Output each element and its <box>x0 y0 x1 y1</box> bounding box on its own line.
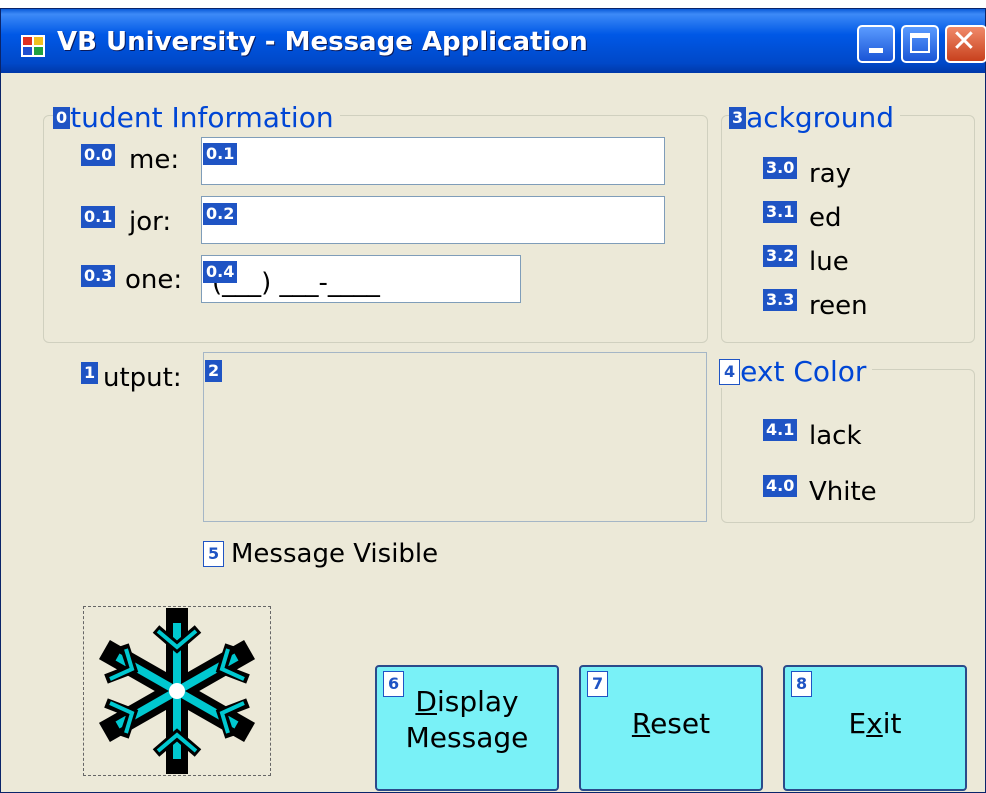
major-input-tag: 0.2 <box>203 203 238 225</box>
text-color-group-tag: 4 <box>719 359 741 385</box>
output-label-tag: 1 <box>81 362 99 384</box>
minimize-button[interactable] <box>857 25 895 63</box>
major-input[interactable] <box>201 196 665 244</box>
radio-red-label: ed <box>809 203 842 233</box>
exit-label-before: E <box>848 707 867 740</box>
name-input-tag: 0.1 <box>203 143 238 165</box>
close-icon: ✕ <box>951 24 977 59</box>
student-group-tag: 0 <box>53 107 71 129</box>
display-label-line1: isplay <box>436 685 519 718</box>
radio-green-tag: 3.3 <box>763 289 798 311</box>
background-group-title: ackground <box>746 101 894 134</box>
reset-button[interactable]: 7 Reset <box>579 665 763 791</box>
output-display-tag: 2 <box>205 360 223 382</box>
radio-white-tag: 4.0 <box>763 475 798 497</box>
text-color-group-title: ext Color <box>740 355 867 388</box>
maximize-icon <box>910 33 930 53</box>
student-group-title: tudent Information <box>70 101 334 134</box>
name-label-tag: 0.0 <box>81 144 116 166</box>
phone-masked-input[interactable]: (___) ___-____ <box>201 255 521 303</box>
name-input[interactable] <box>201 137 665 185</box>
message-visible-tag: 5 <box>203 541 225 567</box>
output-display <box>203 352 707 522</box>
output-label: utput: <box>103 363 182 393</box>
radio-blue-label: lue <box>809 247 849 277</box>
text-color-legend: 4 ext Color <box>719 355 873 388</box>
radio-gray-tag: 3.0 <box>763 157 798 179</box>
maximize-button[interactable] <box>901 25 939 63</box>
radio-red-tag: 3.1 <box>763 201 798 223</box>
title-bar[interactable]: VB University - Message Application ✕ <box>1 9 986 73</box>
phone-input-tag: 0.4 <box>203 261 238 283</box>
major-label-tag: 0.1 <box>81 206 116 228</box>
display-mnemonic: D <box>415 685 437 718</box>
radio-white-label: Vhite <box>809 477 877 507</box>
message-visible-label: Message Visible <box>231 539 439 569</box>
phone-label-tag: 0.3 <box>81 265 116 287</box>
app-window: VB University - Message Application ✕ 0t… <box>0 8 986 793</box>
window-title: VB University - Message Application <box>57 27 588 57</box>
reset-mnemonic: R <box>631 707 651 740</box>
exit-button[interactable]: 8 Exit <box>783 665 967 791</box>
display-message-button[interactable]: 6 Display Message <box>375 665 559 791</box>
radio-black-tag: 4.1 <box>763 419 798 441</box>
radio-gray-label: ray <box>809 159 852 189</box>
name-label: me: <box>129 145 180 175</box>
radio-black-label: lack <box>809 421 862 451</box>
display-label-line2: Message <box>405 721 529 754</box>
reset-tag: 7 <box>587 671 609 697</box>
radio-blue-tag: 3.2 <box>763 245 798 267</box>
student-information-legend: 0 tudent Information <box>53 101 340 134</box>
phone-label: one: <box>125 265 183 295</box>
minimize-icon <box>869 48 883 53</box>
app-window-icon <box>21 35 45 57</box>
exit-tag: 8 <box>791 671 813 697</box>
background-group-tag: 3 <box>729 107 747 129</box>
reset-label: eset <box>650 707 711 740</box>
picture-box <box>83 606 271 776</box>
close-button[interactable]: ✕ <box>945 25 986 63</box>
major-label: jor: <box>129 207 172 237</box>
snowflake-icon <box>98 608 256 774</box>
background-legend: 3 ackground <box>729 101 900 134</box>
exit-mnemonic: x <box>866 707 883 740</box>
exit-label-after: it <box>882 707 902 740</box>
radio-green-label: reen <box>809 291 868 321</box>
